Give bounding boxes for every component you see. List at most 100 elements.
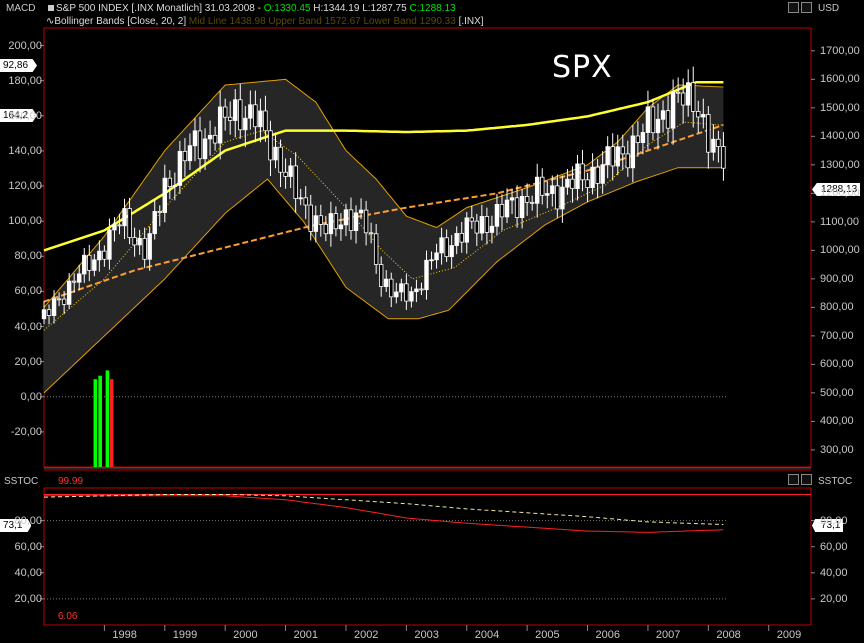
candle-down bbox=[102, 250, 107, 260]
candle-down bbox=[182, 150, 188, 162]
candle-up bbox=[399, 283, 404, 293]
candle-down bbox=[570, 178, 575, 189]
candle-down bbox=[610, 146, 615, 167]
year-tick-label: 2006 bbox=[595, 629, 621, 641]
candle-down bbox=[419, 288, 424, 291]
lower-panel-frame bbox=[43, 487, 812, 626]
macd-tick-label: 140,00 bbox=[8, 144, 42, 157]
candle-up bbox=[92, 259, 97, 271]
candle-down bbox=[499, 203, 505, 218]
year-tick-label: 2001 bbox=[293, 629, 319, 641]
candle-down bbox=[444, 237, 449, 258]
sstoc-low-level: 6.06 bbox=[58, 611, 78, 622]
candle-up bbox=[645, 106, 651, 133]
candle-down bbox=[459, 232, 464, 243]
macd-bar-up bbox=[93, 379, 98, 467]
candle-down bbox=[378, 264, 384, 287]
year-tick-label: 2000 bbox=[233, 629, 258, 641]
candle-down bbox=[675, 91, 681, 94]
candle-up bbox=[66, 280, 72, 305]
candle-up bbox=[630, 135, 636, 169]
sstoc-left-label: SSTOC bbox=[4, 476, 39, 487]
candle-up bbox=[701, 114, 706, 118]
candle-down bbox=[283, 171, 288, 177]
candle-down bbox=[363, 209, 369, 234]
candle-up bbox=[414, 288, 419, 293]
candle-down bbox=[348, 209, 354, 231]
macd-tick-label: -20,00 bbox=[10, 425, 42, 438]
sstoc-tick-label: 60,00 bbox=[14, 540, 42, 553]
sstoc-tick-label: 40,00 bbox=[14, 566, 42, 579]
candle-up bbox=[122, 208, 127, 227]
candle-up bbox=[152, 211, 157, 235]
candle-down bbox=[595, 166, 600, 184]
candle-down bbox=[404, 283, 409, 302]
price-tick-label: 500,00 bbox=[820, 386, 854, 399]
candle-up bbox=[615, 146, 620, 167]
price-tick-label: 600,00 bbox=[820, 358, 854, 371]
macd-tick-label: 180,00 bbox=[8, 74, 42, 87]
candle-down bbox=[318, 215, 324, 225]
candle-up bbox=[449, 245, 454, 258]
price-tick-label: 800,00 bbox=[820, 301, 854, 314]
candle-up bbox=[605, 146, 610, 166]
price-tick-label: 1500,00 bbox=[820, 101, 860, 114]
macd-tick-label: 80,00 bbox=[14, 250, 42, 263]
macd-tick-label: 0,00 bbox=[20, 390, 42, 403]
candle-down bbox=[585, 179, 590, 189]
candle-down bbox=[635, 135, 641, 143]
candle-up bbox=[202, 138, 208, 160]
macd-bar-up bbox=[98, 375, 102, 467]
price-tick-label: 1100,00 bbox=[820, 215, 859, 228]
price-tick-label: 1000,00 bbox=[820, 244, 860, 257]
candle-down bbox=[524, 195, 530, 203]
sstoc-line bbox=[44, 495, 724, 533]
candle-up bbox=[217, 106, 223, 144]
candle-down bbox=[71, 280, 77, 283]
candle-up bbox=[258, 110, 263, 128]
candle-down bbox=[268, 130, 273, 161]
candle-down bbox=[222, 106, 228, 118]
candle-up bbox=[670, 91, 676, 129]
candle-up bbox=[655, 118, 661, 134]
candle-down bbox=[303, 197, 308, 206]
price-tick-label: 1400,00 bbox=[820, 130, 860, 143]
candle-down bbox=[197, 130, 203, 160]
sstoc-tick-label: 80,00 bbox=[14, 514, 42, 527]
candle-down bbox=[293, 165, 298, 200]
candle-up bbox=[434, 252, 439, 261]
candle-up bbox=[439, 237, 444, 254]
candle-down bbox=[716, 138, 721, 147]
candle-up bbox=[51, 298, 57, 316]
candle-down bbox=[132, 237, 137, 246]
candle-down bbox=[46, 309, 52, 316]
candle-down bbox=[620, 146, 625, 155]
year-tick-label: 2009 bbox=[776, 629, 802, 641]
candle-down bbox=[263, 110, 268, 132]
candle-up bbox=[711, 138, 716, 153]
candle-down bbox=[142, 237, 147, 260]
candle-up bbox=[600, 164, 605, 184]
candle-up bbox=[97, 250, 102, 261]
candle-up bbox=[640, 132, 646, 143]
macd-tick-label: 200,00 bbox=[8, 39, 42, 52]
candle-down bbox=[514, 197, 520, 218]
chart-title: SPX bbox=[552, 50, 613, 85]
price-tick-label: 700,00 bbox=[820, 329, 854, 342]
macd-bar-down bbox=[109, 379, 114, 467]
candle-up bbox=[429, 259, 434, 262]
candle-up bbox=[172, 184, 178, 187]
candle-down bbox=[253, 104, 258, 128]
candle-up bbox=[112, 224, 117, 231]
macd-top-tag: 92,86 bbox=[0, 59, 38, 72]
candle-down bbox=[61, 298, 67, 305]
candle-up bbox=[409, 291, 414, 302]
candle-down bbox=[56, 298, 62, 301]
macd-bar-up bbox=[105, 370, 110, 467]
macd-tick-label: 60,00 bbox=[14, 285, 42, 298]
year-tick-label: 1998 bbox=[112, 629, 137, 641]
candle-down bbox=[228, 116, 233, 121]
year-tick-label: 2003 bbox=[414, 629, 439, 641]
year-tick-label: 1999 bbox=[172, 629, 198, 641]
candle-up bbox=[519, 195, 525, 218]
